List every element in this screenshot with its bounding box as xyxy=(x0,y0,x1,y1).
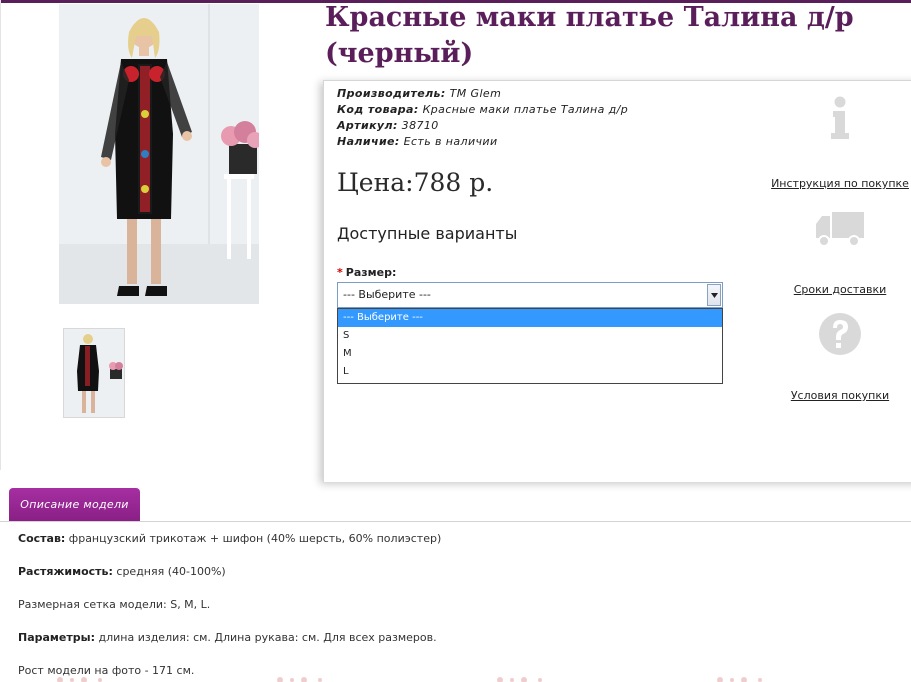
size-label: * Размер: xyxy=(337,266,396,279)
meta-code: Код товара: Красные маки платье Талина д… xyxy=(337,102,628,118)
size-option[interactable]: M xyxy=(338,345,722,363)
stretch-label: Растяжимость: xyxy=(18,565,113,578)
tab-description[interactable]: Описание модели xyxy=(9,488,140,521)
description-composition: Состав: французский трикотаж + шифон (40… xyxy=(18,532,441,565)
product-main-photo[interactable] xyxy=(59,4,259,304)
required-mark: * xyxy=(337,266,343,279)
meta-stock-label: Наличие: xyxy=(337,135,400,148)
description-sizes: Размерная сетка модели: S, M, L. xyxy=(18,598,211,611)
description-tab-strip: Описание модели xyxy=(0,488,911,522)
size-select-value: --- Выберите --- xyxy=(343,288,431,301)
product-meta: Производитель: ТМ Glem Код товара: Красн… xyxy=(337,86,628,150)
floral-footer-decoration xyxy=(57,677,762,682)
variants-heading: Доступные варианты xyxy=(337,224,518,243)
meta-code-label: Код товара: xyxy=(337,103,419,116)
composition-label: Состав: xyxy=(18,532,66,545)
params-value: длина изделия: см. Длина рукава: см. Для… xyxy=(94,631,437,644)
left-border xyxy=(0,0,1,470)
meta-manufacturer-label: Производитель: xyxy=(337,87,446,100)
truck-icon[interactable] xyxy=(814,210,866,248)
size-label-text: Размер: xyxy=(345,266,397,279)
meta-article-value: 38710 xyxy=(401,119,439,132)
stretch-value: средняя (40-100%) xyxy=(112,565,226,578)
size-option[interactable]: L xyxy=(338,363,722,381)
dropdown-arrow-icon[interactable] xyxy=(707,284,721,306)
product-title: Красные маки платье Талина д/р (черный) xyxy=(325,2,854,69)
composition-value: французский трикотаж + шифон (40% шерсть… xyxy=(65,532,442,545)
params-label: Параметры: xyxy=(18,631,95,644)
thumbnail-illustration xyxy=(64,329,124,417)
delivery-block xyxy=(770,210,910,252)
size-select[interactable]: --- Выберите --- xyxy=(337,282,723,308)
description-stretch: Растяжимость: средняя (40-100%) xyxy=(18,565,441,598)
delivery-link-wrap: Сроки доставки xyxy=(770,278,910,297)
terms-link[interactable]: Условия покупки xyxy=(791,389,889,402)
product-price: Цена:788 р. xyxy=(337,168,494,197)
meta-stock-value: Есть в наличии xyxy=(403,135,498,148)
instructions-link-wrap: Инструкция по покупке xyxy=(770,172,910,191)
meta-stock: Наличие: Есть в наличии xyxy=(337,134,628,150)
meta-manufacturer: Производитель: ТМ Glem xyxy=(337,86,628,102)
info-icon[interactable] xyxy=(828,96,852,140)
question-icon[interactable] xyxy=(818,312,862,356)
delivery-link[interactable]: Сроки доставки xyxy=(794,283,887,296)
size-option[interactable]: S xyxy=(338,327,722,345)
size-dropdown-list: --- Выберите --- S M L xyxy=(337,308,723,384)
terms-block xyxy=(770,312,910,360)
instructions-link[interactable]: Инструкция по покупке xyxy=(771,177,909,190)
meta-manufacturer-value[interactable]: ТМ Glem xyxy=(450,87,502,100)
meta-article: Артикул: 38710 xyxy=(337,118,628,134)
dress-photo-illustration xyxy=(59,4,259,304)
size-option[interactable]: --- Выберите --- xyxy=(338,309,722,327)
product-thumbnail[interactable] xyxy=(63,328,125,418)
terms-link-wrap: Условия покупки xyxy=(770,384,910,403)
product-description: Состав: французский трикотаж + шифон (40… xyxy=(18,532,441,682)
description-params: Параметры: длина изделия: см. Длина рука… xyxy=(18,631,441,664)
meta-article-label: Артикул: xyxy=(337,119,398,132)
meta-code-value: Красные маки платье Талина д/р xyxy=(422,103,629,116)
instructions-block xyxy=(770,96,910,144)
